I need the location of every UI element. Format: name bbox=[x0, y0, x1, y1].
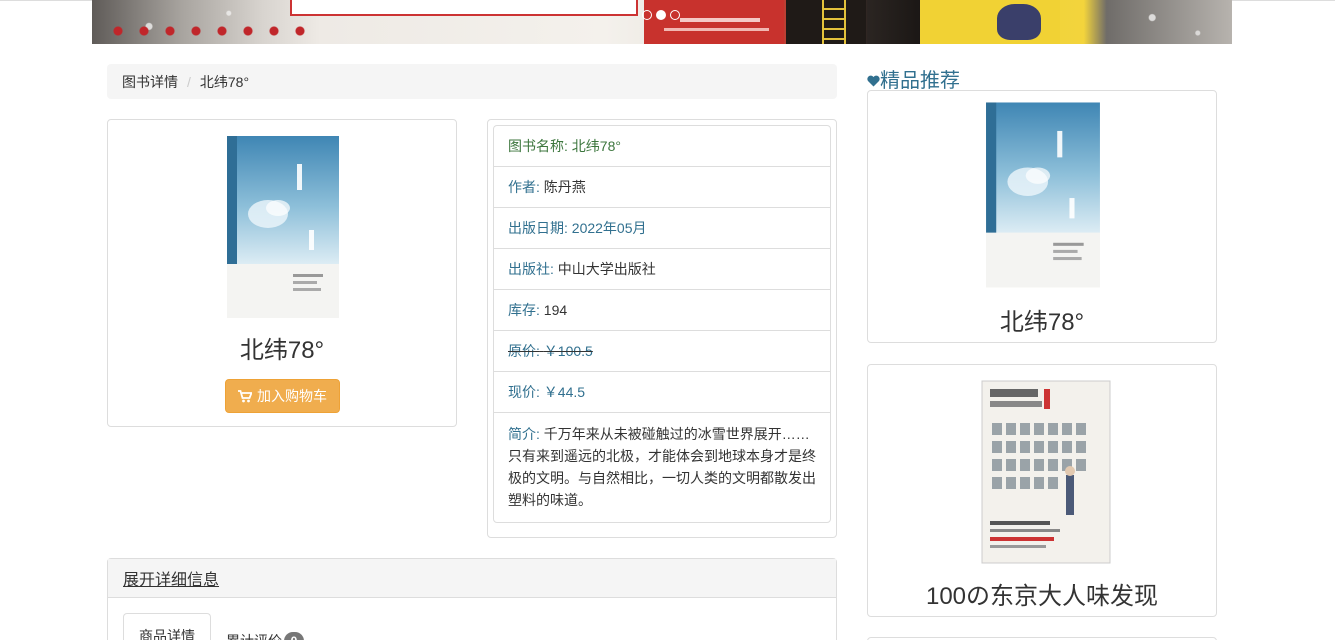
banner-cat bbox=[997, 4, 1041, 40]
info-list: 图书名称: 北纬78° 作者: 陈丹燕 出版日期: 2022年05月 出版社: … bbox=[493, 125, 831, 523]
expand-details-link[interactable]: 展开详细信息 bbox=[123, 566, 219, 590]
recommendation-title[interactable]: 100の东京大人味发现 bbox=[868, 576, 1216, 611]
banner-poster bbox=[290, 0, 638, 16]
detail-panel: 展开详细信息 商品详情 累计评价 0 bbox=[107, 558, 837, 640]
info-publisher-label: 出版社: bbox=[508, 261, 554, 277]
recommendation-card[interactable]: 100の东京大人味发现 bbox=[867, 364, 1217, 617]
tab-product-details[interactable]: 商品详情 bbox=[123, 613, 211, 640]
tab-product-details-label: 商品详情 bbox=[139, 628, 195, 640]
info-price-value: ￥44.5 bbox=[543, 384, 586, 400]
add-to-cart-label: 加入购物车 bbox=[257, 388, 327, 404]
info-stock-label: 库存: bbox=[508, 302, 540, 318]
heart-icon bbox=[867, 75, 880, 87]
carousel-indicators bbox=[642, 10, 680, 22]
info-summary: 简介: 千万年来从未被碰触过的冰雪世界展开……只有来到遥远的北极，才能体会到地球… bbox=[494, 413, 830, 522]
product-cover-panel: 北纬78° 加入购物车 bbox=[107, 119, 457, 427]
breadcrumb-item[interactable]: 图书详情 bbox=[122, 72, 178, 92]
banner-ladder bbox=[822, 0, 846, 44]
info-author-label: 作者: bbox=[508, 179, 540, 195]
info-summary-label: 简介: bbox=[508, 426, 540, 442]
breadcrumb-current: 北纬78° bbox=[199, 73, 250, 90]
carousel-dot-active[interactable] bbox=[656, 10, 666, 20]
info-original-price: 原价: ￥100.5 bbox=[494, 331, 830, 372]
info-price: 现价: ￥44.5 bbox=[494, 372, 830, 413]
info-date: 出版日期: 2022年05月 bbox=[494, 208, 830, 249]
info-name-value: 北纬78° bbox=[571, 138, 621, 154]
info-stock: 库存: 194 bbox=[494, 290, 830, 331]
info-stock-value: 194 bbox=[543, 302, 568, 318]
product-title: 北纬78° bbox=[239, 337, 325, 364]
info-name-label: 图书名称: bbox=[508, 138, 568, 154]
recommendations-title: 精品推荐 bbox=[880, 70, 960, 92]
info-original-price-label: 原价: bbox=[508, 343, 540, 359]
breadcrumb-separator: / bbox=[187, 73, 191, 90]
review-count-badge: 0 bbox=[284, 631, 304, 640]
shopping-cart-icon bbox=[238, 389, 252, 402]
recommendation-cover-image bbox=[981, 380, 1111, 564]
banner-berries bbox=[110, 26, 310, 36]
info-publisher: 出版社: 中山大学出版社 bbox=[494, 249, 830, 290]
banner-carousel[interactable] bbox=[92, 0, 1232, 44]
detail-tabs: 商品详情 累计评价 0 bbox=[123, 613, 319, 640]
breadcrumb: 图书详情 / 北纬78° bbox=[107, 64, 837, 99]
product-info-panel: 图书名称: 北纬78° 作者: 陈丹燕 出版日期: 2022年05月 出版社: … bbox=[487, 119, 837, 538]
recommendation-title[interactable]: 北纬78° bbox=[868, 302, 1216, 337]
banner-book-red bbox=[644, 0, 784, 44]
info-publisher-value: 中山大学出版社 bbox=[557, 261, 656, 277]
tab-reviews-label: 累计评价 bbox=[226, 631, 282, 640]
info-summary-value: 千万年来从未被碰触过的冰雪世界展开……只有来到遥远的北极，才能体会到地球本身才是… bbox=[508, 426, 816, 508]
info-author: 作者: 陈丹燕 bbox=[494, 167, 830, 208]
recommendation-cover-image bbox=[986, 102, 1100, 288]
recommendation-card[interactable]: 北纬78° bbox=[867, 90, 1217, 343]
info-date-value: 2022年05月 bbox=[571, 220, 647, 236]
book-cover-image bbox=[227, 136, 339, 318]
add-to-cart-button[interactable]: 加入购物车 bbox=[225, 379, 340, 413]
info-date-label: 出版日期: bbox=[508, 220, 568, 236]
info-price-label: 现价: bbox=[508, 384, 540, 400]
info-author-value: 陈丹燕 bbox=[543, 179, 586, 195]
info-name: 图书名称: 北纬78° bbox=[494, 126, 830, 167]
info-original-price-value: ￥100.5 bbox=[543, 343, 593, 359]
carousel-dot[interactable] bbox=[670, 10, 680, 20]
tab-reviews[interactable]: 累计评价 0 bbox=[211, 623, 319, 640]
detail-panel-heading: 展开详细信息 bbox=[108, 559, 836, 598]
carousel-dot[interactable] bbox=[642, 10, 652, 20]
recommendations-heading: 精品推荐 bbox=[867, 64, 960, 93]
